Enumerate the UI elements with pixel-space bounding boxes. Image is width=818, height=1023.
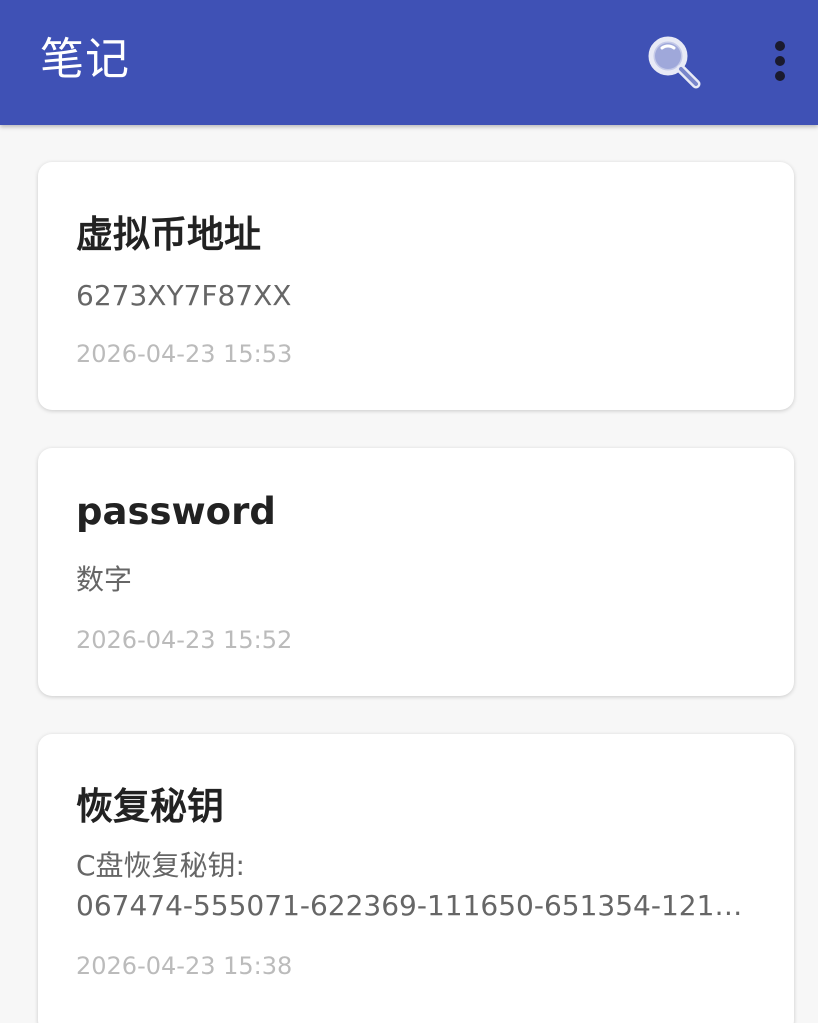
note-body-line: 067474-555071-622369-111650-651354-121… bbox=[76, 889, 743, 922]
notes-list[interactable]: 虚拟币地址 6273XY7F87XX 2026-04-23 15:53 pass… bbox=[0, 125, 818, 1023]
app-bar: 笔记 bbox=[0, 0, 818, 125]
note-body: 6273XY7F87XX bbox=[76, 276, 756, 316]
note-timestamp: 2026-04-23 15:52 bbox=[76, 626, 293, 654]
note-title: 恢复秘钥 bbox=[76, 785, 224, 828]
note-body-text: 数字 bbox=[76, 563, 133, 596]
search-icon bbox=[648, 36, 701, 89]
note-timestamp: 2026-04-23 15:38 bbox=[76, 952, 293, 980]
note-body-line: C盘恢复秘钥: bbox=[76, 849, 245, 882]
note-title: password bbox=[76, 490, 276, 533]
note-body: 数字 bbox=[76, 560, 756, 600]
note-body-text: 6273XY7F87XX bbox=[76, 279, 292, 312]
app-title: 笔记 bbox=[40, 34, 130, 85]
more-options-button[interactable] bbox=[760, 36, 800, 88]
note-card[interactable]: 虚拟币地址 6273XY7F87XX 2026-04-23 15:53 bbox=[38, 162, 794, 410]
note-body: C盘恢复秘钥: 067474-555071-622369-111650-6513… bbox=[76, 846, 756, 926]
search-button[interactable] bbox=[640, 30, 708, 94]
note-timestamp: 2026-04-23 15:53 bbox=[76, 340, 293, 368]
note-card[interactable]: 恢复秘钥 C盘恢复秘钥: 067474-555071-622369-111650… bbox=[38, 734, 794, 1023]
more-vertical-icon bbox=[775, 41, 785, 81]
note-card[interactable]: password 数字 2026-04-23 15:52 bbox=[38, 448, 794, 696]
note-title: 虚拟币地址 bbox=[76, 213, 261, 256]
